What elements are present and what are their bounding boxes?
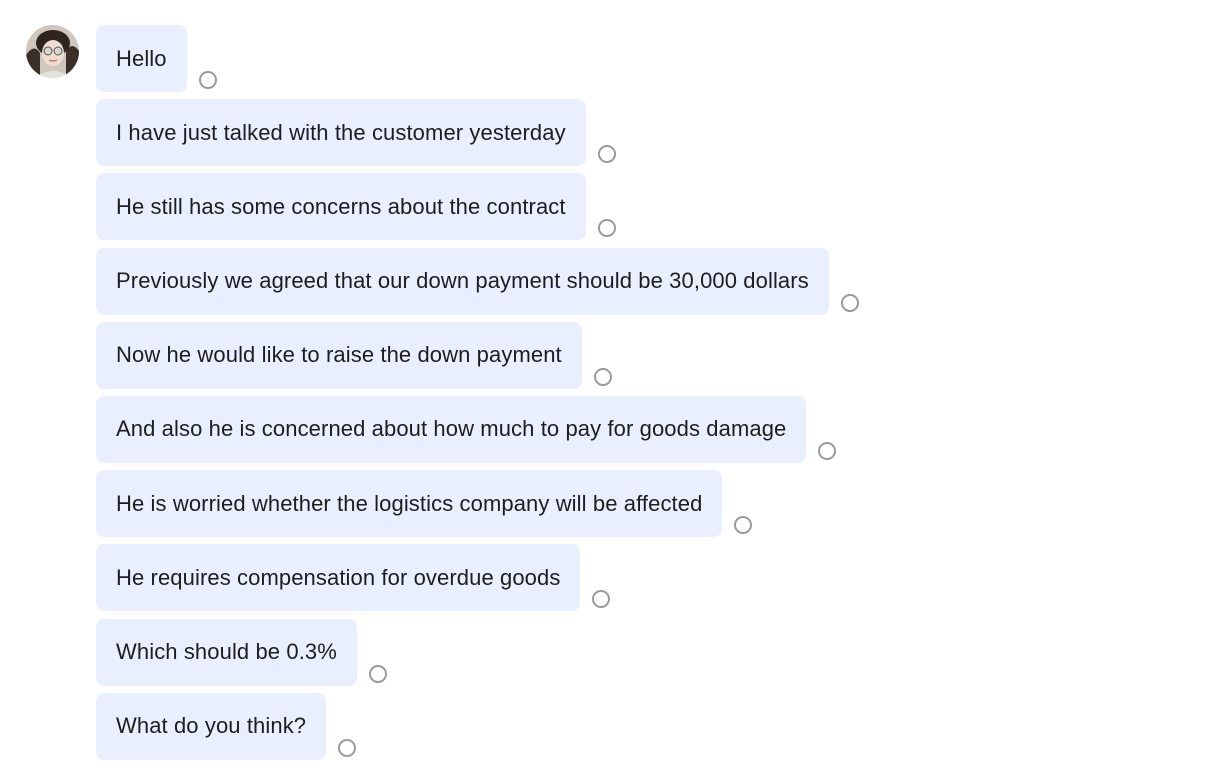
message-bubble[interactable]: He is worried whether the logistics comp… (96, 470, 723, 538)
message-bubble[interactable]: He requires compensation for overdue goo… (96, 544, 581, 612)
message-bubble[interactable]: He still has some concerns about the con… (96, 173, 586, 241)
read-receipt-circle-icon[interactable] (368, 664, 387, 683)
message-row: Hello (96, 25, 859, 92)
message-row: Which should be 0.3% (96, 618, 859, 686)
read-receipt-circle-icon[interactable] (818, 441, 837, 460)
read-receipt-circle-icon[interactable] (597, 145, 616, 164)
message-row: Previously we agreed that our down payme… (96, 247, 859, 315)
user-avatar-photo (26, 25, 79, 78)
message-bubble[interactable]: I have just talked with the customer yes… (96, 99, 586, 167)
message-bubble[interactable]: Hello (96, 25, 187, 92)
message-bubble[interactable]: What do you think? (96, 692, 327, 760)
message-row: Now he would like to raise the down paym… (96, 321, 859, 389)
message-bubble[interactable]: Previously we agreed that our down payme… (96, 247, 829, 315)
message-row: He requires compensation for overdue goo… (96, 544, 859, 612)
read-receipt-circle-icon[interactable] (734, 516, 753, 535)
read-receipt-circle-icon[interactable] (198, 71, 217, 89)
message-row: He still has some concerns about the con… (96, 173, 859, 241)
message-row: What do you think? (96, 692, 859, 760)
message-bubble[interactable]: And also he is concerned about how much … (96, 395, 807, 463)
message-row: And also he is concerned about how much … (96, 395, 859, 463)
read-receipt-circle-icon[interactable] (840, 293, 859, 312)
message-row: I have just talked with the customer yes… (96, 99, 859, 167)
message-bubble[interactable]: Which should be 0.3% (96, 618, 357, 686)
read-receipt-circle-icon[interactable] (593, 367, 612, 386)
read-receipt-circle-icon[interactable] (592, 590, 611, 609)
message-list: Hello I have just talked with the custom… (96, 25, 859, 767)
avatar[interactable] (26, 25, 79, 78)
message-row: He is worried whether the logistics comp… (96, 470, 859, 538)
message-bubble[interactable]: Now he would like to raise the down paym… (96, 321, 582, 389)
read-receipt-circle-icon[interactable] (597, 219, 616, 238)
read-receipt-circle-icon[interactable] (338, 738, 357, 757)
